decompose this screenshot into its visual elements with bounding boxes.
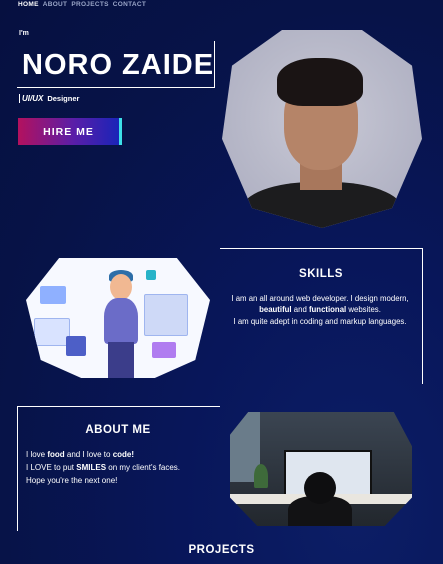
skills-text-c: and xyxy=(291,304,309,314)
illus-legs xyxy=(108,342,134,378)
workspace-photo xyxy=(230,412,412,526)
about-text: and I love to xyxy=(64,450,113,459)
illus-browser-panel xyxy=(144,294,188,336)
photo-person-head xyxy=(304,472,336,504)
nav-home[interactable]: HOME xyxy=(18,1,39,8)
skills-line-1: I am an all around web developer. I desi… xyxy=(228,294,412,315)
photo-plant xyxy=(254,464,268,488)
illus-head xyxy=(110,274,132,300)
photo-hair xyxy=(277,58,363,106)
about-text: on my client's faces. xyxy=(106,463,181,472)
illus-panel xyxy=(66,336,86,356)
illus-video-panel xyxy=(152,342,176,358)
skills-text-bold-2: functional xyxy=(308,304,347,314)
illus-chip xyxy=(146,270,156,280)
nav-about[interactable]: ABOUT xyxy=(43,1,68,8)
about-line-2: I LOVE to put SMILES on my client's face… xyxy=(26,461,180,474)
skills-text-a: I am an all around web developer. I desi… xyxy=(231,294,409,303)
skills-line-2: I am quite adept in coding and markup la… xyxy=(233,317,407,326)
developer-illustration xyxy=(26,258,210,378)
greeting: I'm xyxy=(19,30,29,37)
nav-contact[interactable]: CONTACT xyxy=(113,1,146,8)
about-bold: food xyxy=(47,450,65,459)
illus-panel xyxy=(40,286,66,304)
about-text: I LOVE to put xyxy=(26,463,77,472)
top-nav: HOME ABOUT PROJECTS CONTACT xyxy=(18,1,146,8)
about-text: I love xyxy=(26,450,48,459)
about-line-3: Hope you're the next one! xyxy=(26,476,118,485)
skills-text-bold-1: beautiful xyxy=(259,304,292,314)
skills-description: I am an all around web developer. I desi… xyxy=(228,294,412,330)
about-bold: SMILES xyxy=(76,463,107,472)
about-title: ABOUT ME xyxy=(85,424,151,436)
hero-role: UI/UX Designer xyxy=(19,94,79,103)
illus-body xyxy=(104,298,138,344)
hero-name: NORO ZAIDE xyxy=(22,49,215,81)
nav-projects[interactable]: PROJECTS xyxy=(71,1,108,8)
about-description: I love food and I love to code! I LOVE t… xyxy=(26,448,180,487)
hire-me-button[interactable]: HIRE ME xyxy=(18,118,122,145)
role-suffix: Designer xyxy=(47,94,80,103)
skills-text-e: websites. xyxy=(346,304,381,314)
skills-title: SKILLS xyxy=(299,268,343,280)
profile-photo xyxy=(222,30,422,228)
role-prefix: UI/UX xyxy=(19,94,43,103)
illus-code-panel xyxy=(34,318,70,346)
projects-title: PROJECTS xyxy=(188,544,255,556)
about-line-1: I love food and I love to code! xyxy=(26,448,180,461)
about-bold: code! xyxy=(112,450,135,459)
